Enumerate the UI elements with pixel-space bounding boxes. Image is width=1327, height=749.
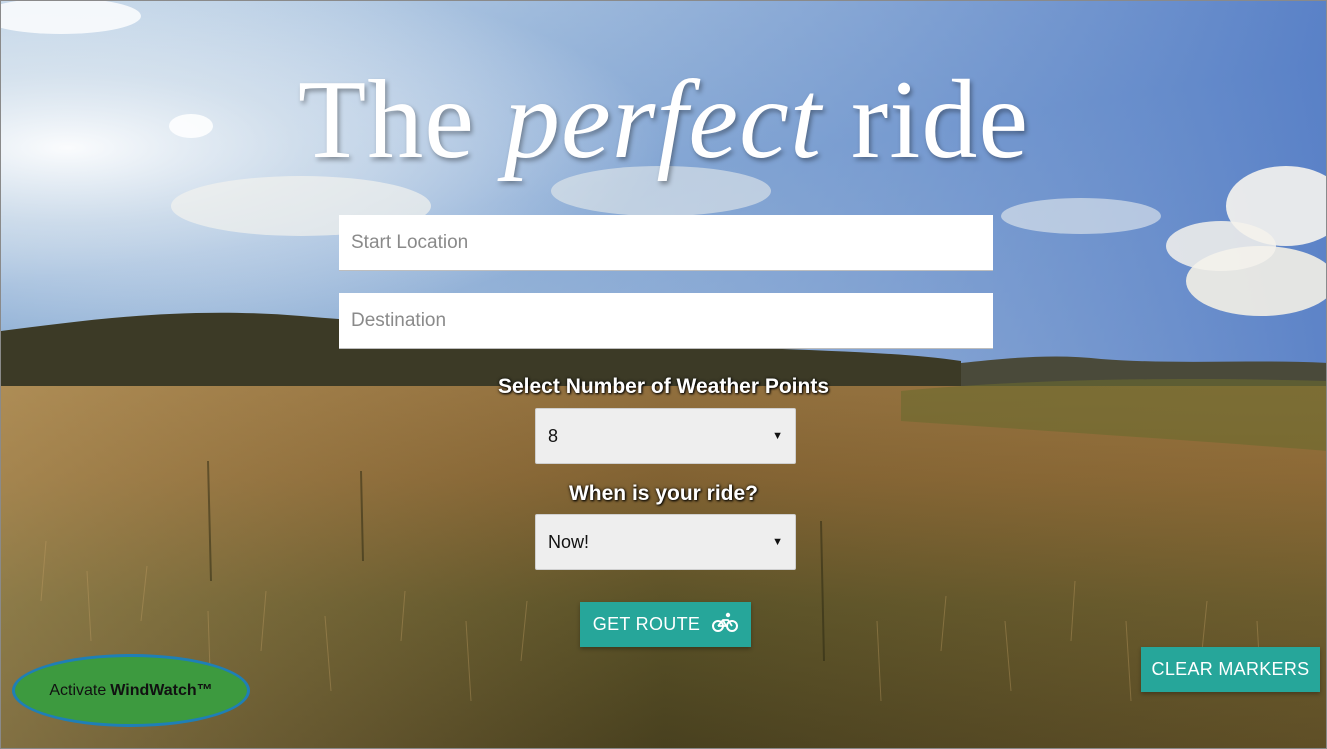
weather-points-select[interactable]: 8 ▼	[535, 408, 796, 464]
hero-title-part2: ride	[821, 58, 1030, 182]
hero-title-part1: The	[297, 58, 505, 182]
destination-input[interactable]	[339, 293, 993, 349]
hero-title-emphasis: perfect	[504, 58, 822, 182]
ride-time-value: Now!	[548, 531, 590, 552]
weather-points-label: Select Number of Weather Points	[497, 375, 830, 398]
clear-markers-button[interactable]: CLEAR MARKERS	[1141, 647, 1320, 692]
weather-points-value: 8	[548, 425, 559, 446]
dropdown-arrow-icon: ▼	[772, 536, 783, 548]
ride-time-select[interactable]: Now! ▼	[535, 514, 796, 570]
hero-title: The perfect ride	[0, 60, 1327, 180]
dropdown-arrow-icon: ▼	[772, 430, 783, 442]
bicycle-icon	[712, 612, 739, 637]
windwatch-name: WindWatch™	[110, 681, 213, 699]
activate-windwatch-button[interactable]: Activate WindWatch™	[12, 654, 250, 727]
get-route-label: GET ROUTE	[592, 614, 701, 634]
get-route-button[interactable]: GET ROUTE	[580, 602, 751, 647]
ride-time-label: When is your ride?	[568, 482, 759, 505]
start-location-input[interactable]	[339, 215, 993, 271]
windwatch-prefix: Activate	[49, 681, 107, 699]
